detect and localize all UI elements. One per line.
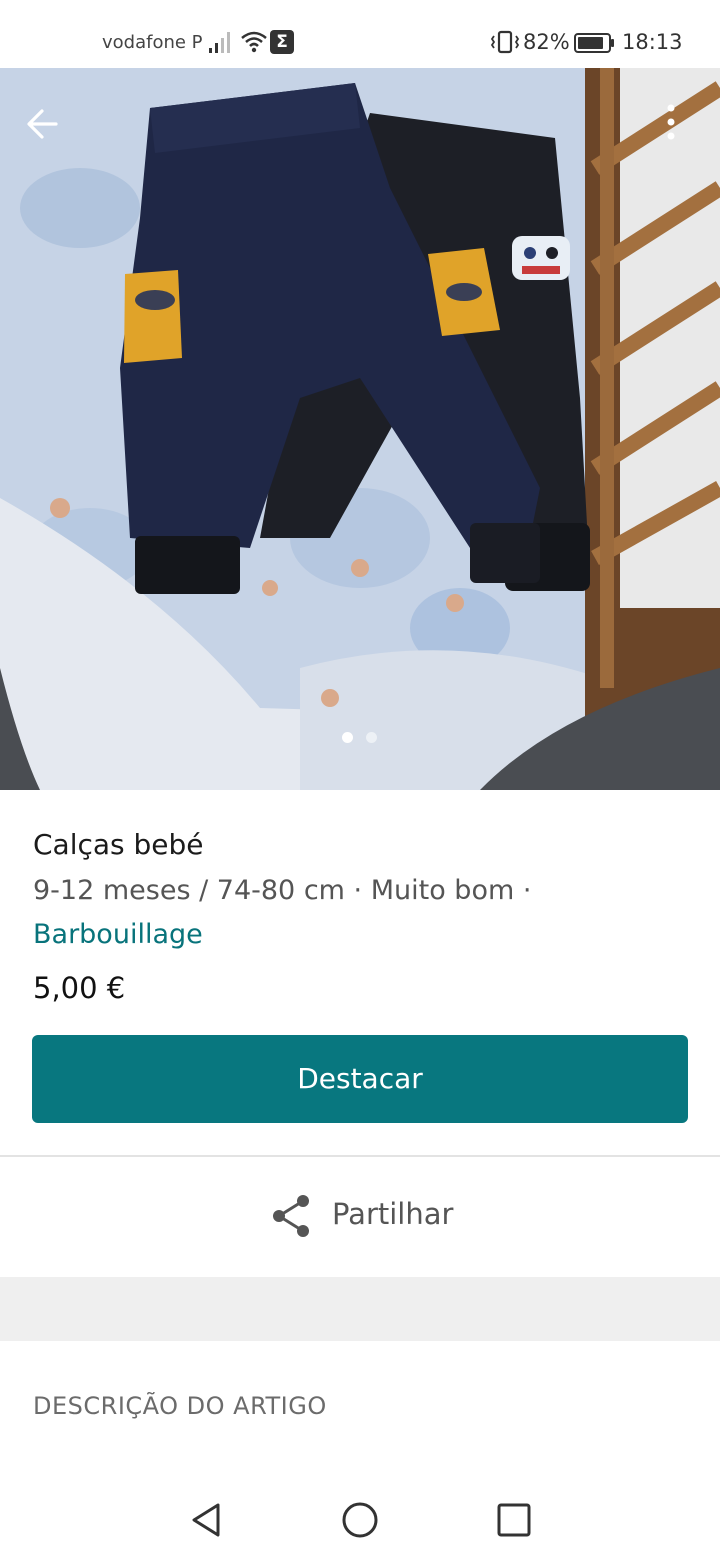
brand-link[interactable]: Barbouillage — [33, 919, 203, 950]
divider — [0, 1155, 720, 1157]
nav-home-button[interactable] — [340, 1500, 380, 1544]
back-arrow-icon — [27, 109, 58, 139]
status-bar: vodafone P Σ 82% 18:13 — [0, 0, 720, 68]
carousel-indicator — [0, 732, 720, 746]
item-title: Calças bebé — [33, 828, 204, 861]
section-separator — [0, 1277, 720, 1341]
nav-back-button[interactable] — [186, 1500, 226, 1544]
signal-bars-icon — [208, 30, 234, 58]
carousel-dot-active[interactable] — [342, 732, 353, 743]
square-recents-icon — [497, 1503, 531, 1537]
more-vertical-icon — [667, 104, 675, 140]
system-nav-bar — [0, 1480, 720, 1560]
circle-home-icon — [342, 1502, 378, 1538]
more-options-button[interactable] — [656, 100, 686, 150]
vibrate-icon — [489, 30, 521, 58]
share-label: Partilhar — [332, 1197, 454, 1231]
item-price: 5,00 € — [33, 971, 126, 1005]
carousel-dot[interactable] — [366, 732, 377, 743]
item-size-condition: 9-12 meses / 74-80 cm · Muito bom · — [33, 875, 532, 906]
item-details: 9-12 meses / 74-80 cm · Muito bom · Barb… — [33, 869, 693, 957]
clock: 18:13 — [622, 30, 683, 54]
battery-percent: 82% — [523, 30, 570, 54]
battery-icon — [574, 32, 616, 58]
product-photo[interactable] — [0, 68, 720, 790]
description-section-title: DESCRIÇÃO DO ARTIGO — [33, 1392, 327, 1420]
product-photo-illustration — [0, 68, 720, 790]
destacar-button[interactable]: Destacar — [32, 1035, 688, 1123]
wifi-icon — [240, 30, 268, 58]
nav-recents-button[interactable] — [494, 1500, 534, 1544]
carrier-label: vodafone P — [102, 32, 203, 53]
share-icon — [273, 1195, 309, 1237]
triangle-back-icon — [192, 1503, 220, 1537]
sigma-app-icon: Σ — [270, 30, 294, 54]
back-button[interactable] — [22, 100, 66, 148]
